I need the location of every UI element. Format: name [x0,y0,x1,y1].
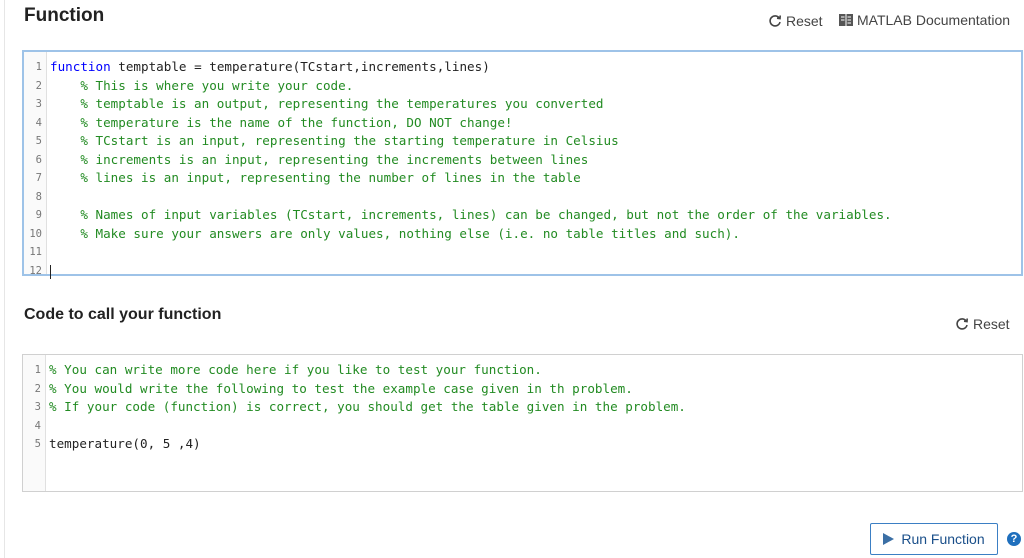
line-number: 10 [29,227,42,240]
code-line[interactable]: 9 % Names of input variables (TCstart, i… [24,206,1021,225]
code-text: % This is where you write your code. [50,77,353,96]
text-cursor [50,264,51,279]
code-line[interactable]: 12 [24,262,1021,281]
line-number: 5 [35,135,42,148]
reset-function-button[interactable]: Reset [768,13,823,29]
code-line[interactable]: 4 [23,417,1022,436]
play-icon [883,533,895,545]
reset-label: Reset [973,316,1010,332]
code-token: % increments is an input, representing t… [50,151,589,167]
help-icon[interactable]: ? [1007,532,1021,546]
code-line[interactable]: 2 % This is where you write your code. [24,77,1021,96]
code-token: % Names of input variables (TCstart, inc… [50,207,892,223]
code-token: % temperature is the name of the functio… [50,114,513,130]
function-panel: Function Reset MATLAB Documentation 1 fun… [4,0,1023,558]
code-line[interactable]: 11 [24,243,1021,262]
code-line[interactable]: 8 [24,188,1021,207]
line-number: 7 [35,172,42,185]
line-number: 1 [35,61,42,73]
reset-label: Reset [786,13,823,29]
code-text: % increments is an input, representing t… [50,151,588,170]
code-token: % temptable is an output, representing t… [50,96,604,112]
code-line[interactable]: 7 % lines is an input, representing the … [24,169,1021,188]
code-text: % Make sure your answers are only values… [50,225,740,244]
code-token: % Make sure your answers are only values… [50,225,740,241]
code-line[interactable]: 1 % You can write more code here if you l… [23,361,1022,380]
reset-call-button[interactable]: Reset [955,316,1010,332]
line-number: 2 [34,382,41,395]
code-token: temptable = temperature(TCstart,incremen… [110,59,490,74]
code-line[interactable]: 2 % You would write the following to test… [23,380,1022,399]
code-text: % lines is an input, representing the nu… [50,169,581,188]
page-title: Function [24,5,105,26]
code-line[interactable]: 6 % increments is an input, representing… [24,151,1021,170]
code-token: % TCstart is an input, representing the … [50,133,619,149]
code-token: % If your code (function) is correct, yo… [49,399,686,415]
function-code-editor[interactable]: 1 function temptable = temperature(TCstar… [22,50,1023,279]
code-line[interactable]: 10 % Make sure your answers are only val… [24,225,1021,244]
code-text: % temptable is an output, representing t… [50,95,604,114]
line-number: 3 [34,401,41,414]
matlab-documentation-link[interactable]: MATLAB Documentation [839,12,1010,28]
line-number: 4 [35,116,42,129]
code-line[interactable]: 5 temperature(0, 5 ,4) [23,435,1022,454]
code-text: % You would write the following to test … [49,380,633,399]
run-function-button[interactable]: Run Function [870,523,998,555]
call-section-title: Code to call your function [24,306,222,323]
code-text: % temperature is the name of the functio… [50,114,513,133]
code-text: % TCstart is an input, representing the … [50,132,619,151]
line-number: 4 [34,419,41,432]
line-number: 8 [35,190,42,203]
code-token: % This is where you write your code. [50,77,354,93]
code-text: % If your code (function) is correct, yo… [49,398,686,417]
line-number: 1 [34,364,41,376]
code-text: function temptable = temperature(TCstart… [50,58,490,77]
code-token: % You would write the following to test … [49,380,633,396]
reset-icon [768,14,782,28]
line-number: 9 [35,209,42,222]
code-line[interactable]: 3 % temptable is an output, representing… [24,95,1021,114]
code-line[interactable]: 4 % temperature is the name of the funct… [24,114,1021,133]
code-text [50,262,51,281]
line-number: 12 [29,265,42,278]
code-line[interactable]: 3 % If your code (function) is correct, y… [23,398,1022,417]
code-line[interactable]: 5 % TCstart is an input, representing th… [24,132,1021,151]
code-line[interactable]: 1 function temptable = temperature(TCstar… [24,58,1021,77]
code-text: temperature(0, 5 ,4) [49,435,201,454]
documentation-label: MATLAB Documentation [857,12,1011,28]
line-number: 5 [34,438,41,451]
code-text: % Names of input variables (TCstart, inc… [50,206,892,225]
code-token: % lines is an input, representing the nu… [50,170,581,186]
code-text: % You can write more code here if you li… [49,361,542,380]
run-label: Run Function [901,531,985,547]
line-number: 2 [35,79,42,92]
code-token: % You can write more code here if you li… [49,362,542,377]
documentation-icon [839,14,853,26]
code-token: temperature(0, 5 ,4) [49,436,201,452]
line-number: 6 [35,153,42,166]
reset-icon [955,317,969,331]
call-code-editor[interactable]: 1 % You can write more code here if you l… [22,354,1023,492]
line-number: 3 [35,98,42,111]
line-number: 11 [29,246,42,259]
keyword-token: function [50,59,111,74]
